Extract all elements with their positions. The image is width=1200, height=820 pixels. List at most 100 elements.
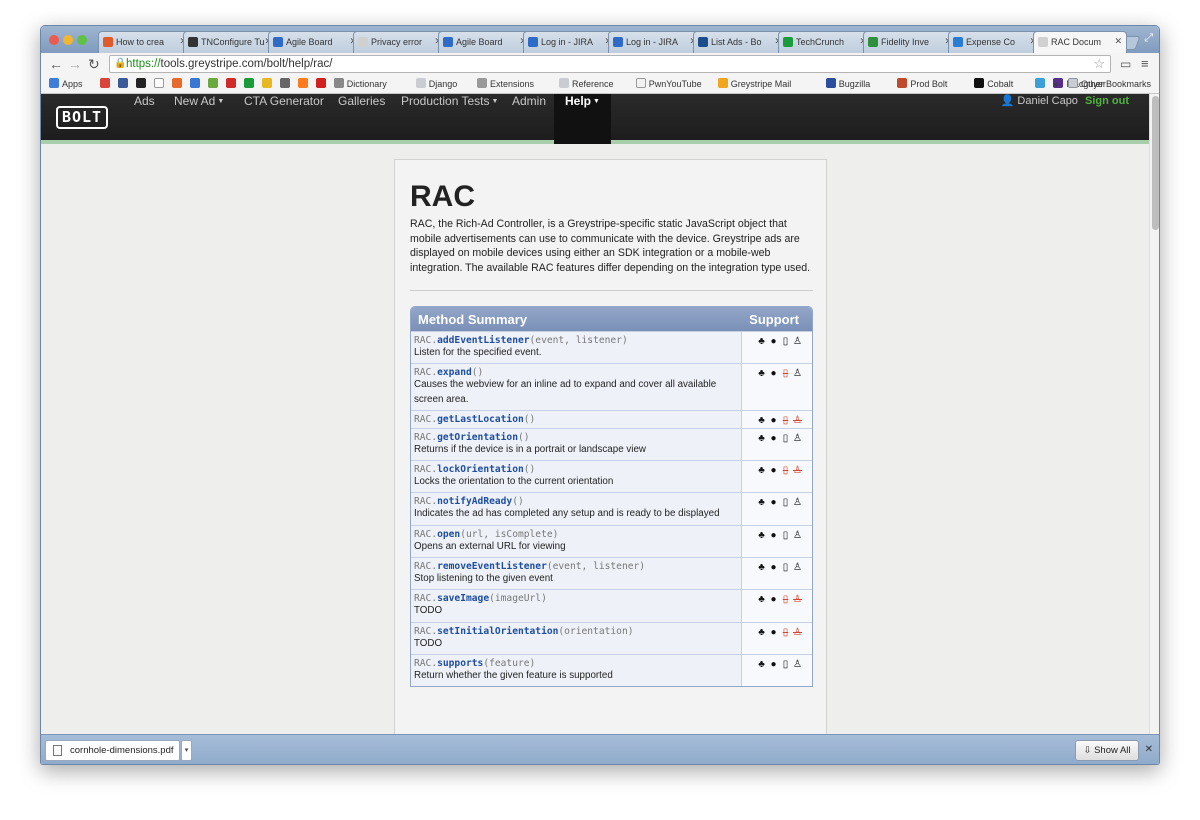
zoom-window-button[interactable] [77, 35, 87, 45]
method-args: (url, isComplete) [460, 528, 559, 540]
user-icon: 👤 [1000, 95, 1015, 107]
fullscreen-icon[interactable]: ⤢ [1144, 32, 1153, 45]
bookmarks-overflow-chevron[interactable]: » [1053, 78, 1058, 90]
nav-help[interactable]: Help ▼ [554, 94, 611, 144]
browser-tab[interactable]: How to crea✕ [98, 31, 192, 53]
bookmark-favicon-icon [297, 78, 308, 88]
nav-production-tests[interactable]: Production Tests ▼ [401, 94, 498, 144]
bookmark-item[interactable] [315, 78, 329, 90]
browser-tab[interactable]: Agile Board✕ [438, 31, 532, 53]
scrollbar-thumb[interactable] [1152, 96, 1159, 230]
bookmark-item[interactable]: Django [415, 78, 457, 90]
bookmark-item[interactable] [297, 78, 311, 90]
browser-tab[interactable]: Expense Co✕ [948, 31, 1042, 53]
bookmark-item[interactable] [117, 78, 131, 90]
nav-ads[interactable]: Ads [134, 94, 155, 144]
bookmark-item[interactable]: PwnYouTube [635, 78, 702, 90]
back-button[interactable]: ← [49, 55, 63, 73]
cast-icon[interactable]: ▭ [1120, 55, 1131, 73]
method-signature: RAC.saveImage(imageUrl) [414, 593, 738, 604]
close-shelf-icon[interactable]: ✕ [1145, 744, 1153, 755]
browser-tab[interactable]: Fidelity Inve✕ [863, 31, 957, 53]
bookmark-item[interactable] [189, 78, 203, 90]
forward-button[interactable]: → [68, 55, 82, 73]
linux-icon: ♙ [793, 336, 802, 347]
bookmark-item[interactable] [153, 78, 167, 90]
bookmark-item[interactable]: Extensions [477, 78, 534, 90]
page-scrollbar[interactable] [1149, 94, 1159, 734]
browser-tab[interactable]: Agile Board✕ [268, 31, 362, 53]
user-name[interactable]: Daniel Capo [1017, 95, 1078, 107]
bookmark-item[interactable]: Prod Bolt [897, 78, 947, 90]
nav-label: New Ad [174, 94, 216, 108]
bookmark-item[interactable]: Greystripe Mail [717, 78, 791, 90]
url-scheme: https:// [126, 58, 161, 70]
bookmark-favicon-icon [279, 78, 290, 88]
nav-cta-generator[interactable]: CTA Generator [244, 94, 324, 144]
tab-title: Agile Board [456, 37, 503, 47]
method-name-link[interactable]: getOrientation [437, 432, 518, 443]
other-bookmarks[interactable]: Other Bookmarks [1068, 78, 1151, 90]
support-cell: ♣ ● ▯ ♙ [742, 590, 812, 622]
bookmark-item[interactable]: Apps [49, 78, 83, 90]
tab-title: RAC Docum [1051, 37, 1102, 47]
tab-favicon-icon [953, 37, 963, 47]
browser-tab[interactable]: TNConfigure Tu✕ [183, 31, 277, 53]
browser-tab[interactable]: RAC Docum ✕ [1033, 31, 1127, 53]
bookmarks-bar: Apps Dictionary Django Extensions Reference P… [41, 75, 1159, 94]
apple-icon: ● [770, 529, 777, 541]
bookmark-item[interactable]: Reference [559, 78, 614, 90]
browser-tab[interactable]: Log in - JIRA✕ [523, 31, 617, 53]
method-name-link[interactable]: notifyAdReady [437, 496, 512, 507]
bookmark-item[interactable] [207, 78, 221, 90]
bolt-logo[interactable]: BOLT [56, 106, 108, 129]
minimize-window-button[interactable] [63, 35, 73, 45]
bookmark-item[interactable] [279, 78, 293, 90]
bookmark-item[interactable]: Dictionary [333, 78, 387, 90]
method-name-link[interactable]: addEventListener [437, 335, 529, 346]
method-name-link[interactable]: getLastLocation [437, 414, 524, 425]
nav-galleries[interactable]: Galleries [338, 94, 385, 144]
close-window-button[interactable] [49, 35, 59, 45]
bookmark-label: PwnYouTube [648, 79, 702, 89]
bookmark-item[interactable] [1035, 78, 1048, 90]
browser-tab[interactable]: Log in - JIRA✕ [608, 31, 702, 53]
bookmark-item[interactable] [225, 78, 239, 90]
browser-tab[interactable]: List Ads - Bo✕ [693, 31, 787, 53]
bookmark-item[interactable] [261, 78, 275, 90]
bookmark-item[interactable] [171, 78, 185, 90]
menu-icon[interactable]: ≡ [1141, 55, 1149, 73]
download-menu-button[interactable]: ▾ [181, 740, 192, 761]
tab-favicon-icon [358, 37, 368, 47]
browser-tab[interactable]: TechCrunch✕ [778, 31, 872, 53]
method-name-link[interactable]: expand [437, 367, 472, 378]
method-cell: RAC.getOrientation() Returns if the devic… [411, 428, 742, 461]
bookmark-favicon-icon [897, 78, 908, 88]
bookmark-item[interactable] [135, 78, 149, 90]
support-cell: ♣ ● ▯ ♙ [742, 364, 812, 410]
method-name-link[interactable]: saveImage [437, 593, 489, 604]
tab-close-icon[interactable]: ✕ [1114, 36, 1122, 47]
download-item[interactable]: cornhole-dimensions.pdf [45, 740, 180, 761]
bookmark-item[interactable]: Bugzilla [825, 78, 870, 90]
method-name-link[interactable]: setInitialOrientation [437, 626, 558, 637]
method-name-link[interactable]: lockOrientation [437, 464, 524, 475]
nav-admin[interactable]: Admin [512, 94, 546, 144]
show-all-downloads-button[interactable]: ⇩ Show All [1075, 740, 1139, 761]
sign-out-link[interactable]: Sign out [1085, 95, 1129, 107]
method-name-link[interactable]: removeEventListener [437, 561, 547, 572]
bookmark-item[interactable] [99, 78, 113, 90]
bookmark-item[interactable] [243, 78, 257, 90]
method-description: Listen for the specified event. [414, 347, 542, 358]
nav-new-ad[interactable]: New Ad ▼ [174, 94, 224, 144]
method-name-link[interactable]: open [437, 529, 460, 540]
browser-tab[interactable]: Privacy error✕ [353, 31, 447, 53]
bookmark-star-icon[interactable]: ☆ [1093, 56, 1105, 72]
bookmark-item[interactable]: Cobalt [974, 78, 1013, 90]
unsupported-linux-icon: ♙ [793, 594, 802, 606]
method-summary-table: Method Summary Support RAC.addEventListe… [410, 306, 813, 688]
reload-button[interactable]: ↻ [88, 55, 100, 73]
method-row: RAC.getLastLocation() ♣ ● ▯ ♙ [411, 409, 812, 428]
method-name-link[interactable]: supports [437, 658, 483, 669]
address-bar[interactable]: 🔒 https://tools.greystripe.com/bolt/help… [109, 55, 1111, 73]
